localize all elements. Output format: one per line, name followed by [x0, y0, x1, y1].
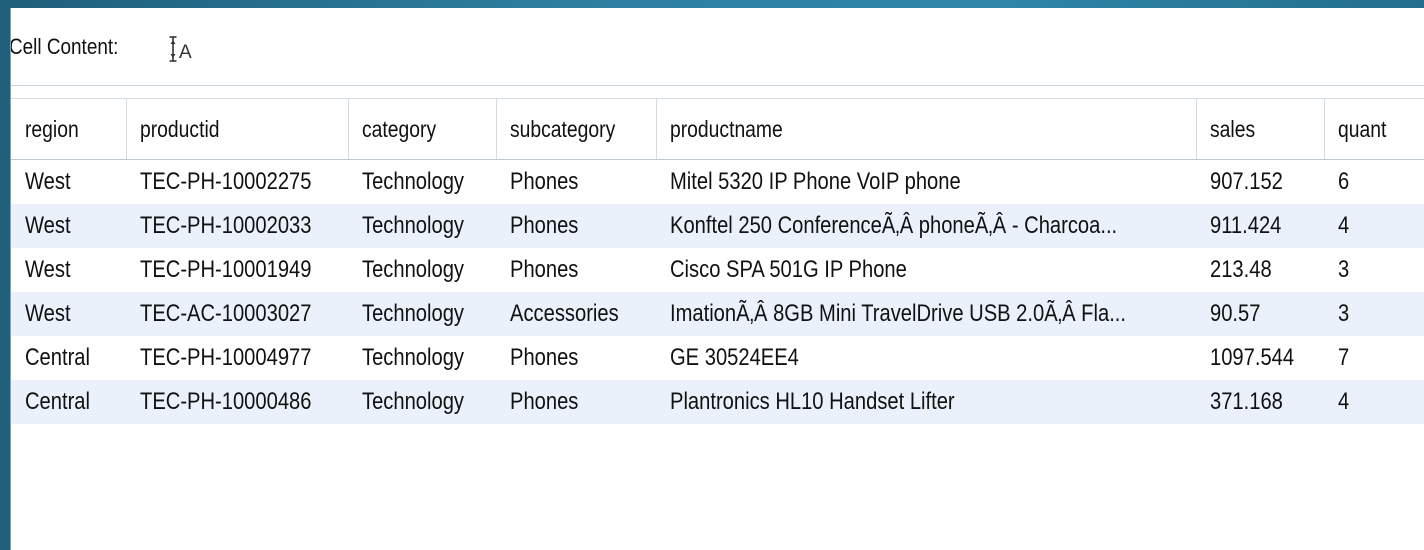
cell-productname[interactable]: Konftel 250 ConferenceÃ‚Â phoneÃ‚Â - Cha… — [657, 204, 1197, 248]
cell-productid[interactable]: TEC-PH-10000486 — [127, 380, 349, 424]
cell-category[interactable]: Technology — [349, 204, 497, 248]
results-grid: region productid category subcategory pr… — [11, 98, 1424, 424]
cell-sales[interactable]: 90.57 — [1197, 292, 1325, 336]
table-row[interactable]: West TEC-PH-10002275 Technology Phones M… — [11, 160, 1424, 204]
table-row[interactable]: West TEC-PH-10001949 Technology Phones C… — [11, 248, 1424, 292]
column-header-category[interactable]: category — [349, 99, 497, 159]
cell-sales[interactable]: 371.168 — [1197, 380, 1325, 424]
cell-sales[interactable]: 1097.544 — [1197, 336, 1325, 380]
table-row[interactable]: West TEC-AC-10003027 Technology Accessor… — [11, 292, 1424, 336]
cell-category[interactable]: Technology — [349, 160, 497, 204]
cell-category[interactable]: Technology — [349, 292, 497, 336]
cell-productname[interactable]: ImationÃ‚Â 8GB Mini TravelDrive USB 2.0Ã… — [657, 292, 1197, 336]
cell-region[interactable]: West — [11, 248, 127, 292]
cell-quant[interactable]: 4 — [1325, 380, 1424, 424]
table-row[interactable]: Central TEC-PH-10004977 Technology Phone… — [11, 336, 1424, 380]
cell-productid[interactable]: TEC-PH-10002033 — [127, 204, 349, 248]
cell-category[interactable]: Technology — [349, 248, 497, 292]
cell-quant[interactable]: 3 — [1325, 248, 1424, 292]
grid-header-row: region productid category subcategory pr… — [11, 98, 1424, 160]
cell-productid[interactable]: TEC-PH-10004977 — [127, 336, 349, 380]
cell-productname[interactable]: Cisco SPA 501G IP Phone — [657, 248, 1197, 292]
cell-productname[interactable]: GE 30524EE4 — [657, 336, 1197, 380]
cell-subcategory[interactable]: Phones — [497, 380, 657, 424]
column-header-productname[interactable]: productname — [657, 99, 1197, 159]
cell-quant[interactable]: 6 — [1325, 160, 1424, 204]
column-header-subcategory[interactable]: subcategory — [497, 99, 657, 159]
cell-productid[interactable]: TEC-PH-10002275 — [127, 160, 349, 204]
cell-sales[interactable]: 907.152 — [1197, 160, 1325, 204]
column-header-region[interactable]: region — [11, 99, 127, 159]
cell-productname[interactable]: Plantronics HL10 Handset Lifter — [657, 380, 1197, 424]
cell-quant[interactable]: 3 — [1325, 292, 1424, 336]
cell-quant[interactable]: 7 — [1325, 336, 1424, 380]
cell-subcategory[interactable]: Phones — [497, 204, 657, 248]
cell-region[interactable]: West — [11, 204, 127, 248]
cell-region[interactable]: Central — [11, 380, 127, 424]
cell-productname[interactable]: Mitel 5320 IP Phone VoIP phone — [657, 160, 1197, 204]
cell-category[interactable]: Technology — [349, 380, 497, 424]
cell-quant[interactable]: 4 — [1325, 204, 1424, 248]
cell-subcategory[interactable]: Phones — [497, 248, 657, 292]
cell-subcategory[interactable]: Phones — [497, 336, 657, 380]
cell-region[interactable]: West — [11, 160, 127, 204]
cell-content-toolbar: Cell Content: A — [11, 8, 1424, 86]
table-row[interactable]: Central TEC-PH-10000486 Technology Phone… — [11, 380, 1424, 424]
text-height-icon[interactable]: A — [169, 34, 195, 64]
cell-content-label: Cell Content: — [10, 33, 119, 59]
svg-text:A: A — [179, 42, 192, 63]
cell-region[interactable]: Central — [11, 336, 127, 380]
column-header-productid[interactable]: productid — [127, 99, 349, 159]
cell-category[interactable]: Technology — [349, 336, 497, 380]
cell-region[interactable]: West — [11, 292, 127, 336]
cell-productid[interactable]: TEC-AC-10003027 — [127, 292, 349, 336]
table-row[interactable]: West TEC-PH-10002033 Technology Phones K… — [11, 204, 1424, 248]
cell-sales[interactable]: 213.48 — [1197, 248, 1325, 292]
column-header-sales[interactable]: sales — [1197, 99, 1325, 159]
column-header-quant[interactable]: quant — [1325, 99, 1424, 159]
cell-sales[interactable]: 911.424 — [1197, 204, 1325, 248]
cell-subcategory[interactable]: Phones — [497, 160, 657, 204]
query-result-window: Cell Content: A region productid categor… — [10, 8, 1424, 550]
cell-subcategory[interactable]: Accessories — [497, 292, 657, 336]
cell-productid[interactable]: TEC-PH-10001949 — [127, 248, 349, 292]
